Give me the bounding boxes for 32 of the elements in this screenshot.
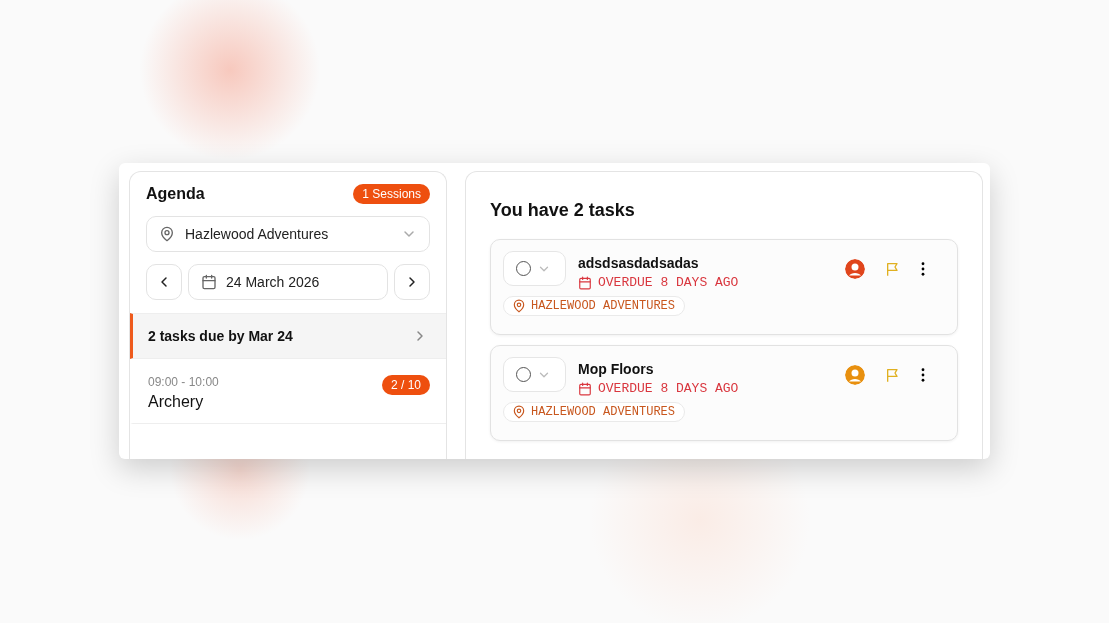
task-name: adsdsasdadsadas	[578, 255, 700, 271]
calendar-icon	[578, 275, 592, 290]
avatar-icon[interactable]	[845, 259, 865, 279]
pin-icon	[512, 299, 526, 313]
sessions-badge: 1 Sessions	[353, 184, 430, 204]
more-options-icon[interactable]	[921, 368, 925, 382]
session-time: 09:00 - 10:00	[148, 375, 220, 389]
status-dropdown[interactable]	[503, 357, 566, 392]
pin-icon	[159, 226, 175, 242]
due-label: OVERDUE 8 DAYS AGO	[598, 381, 739, 396]
status-dropdown[interactable]	[503, 251, 566, 286]
avatar-icon[interactable]	[845, 365, 865, 385]
flag-icon[interactable]	[885, 261, 901, 277]
tasks-title: You have 2 tasks	[490, 200, 636, 221]
pin-icon	[512, 405, 526, 419]
more-options-icon[interactable]	[921, 262, 925, 276]
location-tag: HAZLEWOOD ADVENTURES	[503, 402, 686, 422]
agenda-title: Agenda	[146, 185, 205, 203]
location-tag: HAZLEWOOD ADVENTURES	[503, 296, 686, 316]
calendar-icon	[201, 274, 217, 290]
attendance-badge: 2 / 10	[381, 375, 430, 395]
session-item[interactable]: 09:00 - 10:00 Archery 2 / 10	[130, 359, 446, 424]
calendar-icon	[578, 381, 592, 396]
flag-icon[interactable]	[885, 367, 901, 383]
previous-day-button[interactable]	[146, 264, 182, 300]
tasks-due-item[interactable]: 2 tasks due by Mar 24	[130, 313, 446, 359]
session-name: Archery	[148, 393, 205, 411]
location-select[interactable]: Hazlewood Adventures	[146, 216, 430, 252]
task-name: Mop Floors	[578, 361, 655, 377]
next-day-button[interactable]	[394, 264, 430, 300]
date-picker[interactable]: 24 March 2026	[188, 264, 388, 300]
due-label: OVERDUE 8 DAYS AGO	[598, 275, 739, 290]
